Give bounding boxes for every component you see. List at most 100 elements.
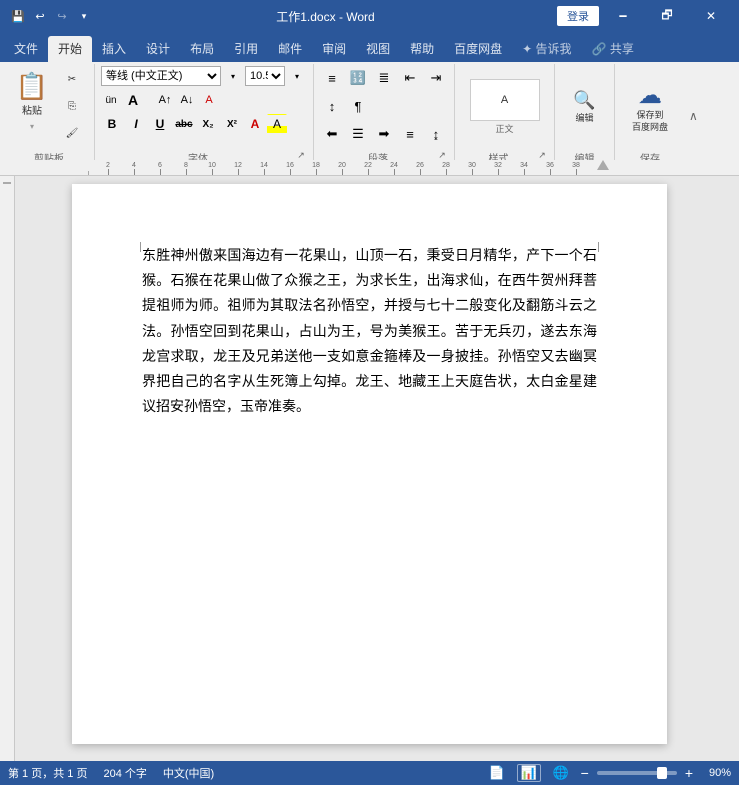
zoom-slider[interactable] [597, 771, 677, 775]
tab-tell-me[interactable]: ✦ 告诉我 [512, 36, 581, 62]
zoom-slider-thumb[interactable] [657, 767, 667, 779]
ruler-tick-6: 6 [147, 162, 173, 175]
ruler-tick-32: 32 [485, 162, 511, 175]
ruler-mark-24 [394, 169, 395, 175]
ruler-tick-36: 36 [537, 162, 563, 175]
zoom-plus[interactable]: + [685, 765, 693, 781]
font-size-select[interactable]: 10.5 [245, 66, 285, 86]
find-label: 编辑 [575, 111, 593, 124]
line-spacing-btn[interactable]: ↨ [424, 122, 448, 146]
ruler-mark-32 [498, 169, 499, 175]
read-mode-btn[interactable]: 📄 [485, 764, 509, 782]
big-a-btn[interactable]: A [123, 90, 143, 110]
font-dropdown-btn[interactable]: ▾ [223, 66, 243, 86]
para-marks-btn[interactable]: ¶ [346, 94, 370, 118]
tab-review[interactable]: 审阅 [312, 36, 356, 62]
copy-button[interactable]: ⎘ [56, 93, 88, 119]
indent-increase-btn[interactable]: ⇥ [424, 66, 448, 90]
tab-layout[interactable]: 布局 [180, 36, 224, 62]
login-button[interactable]: 登录 [557, 6, 599, 26]
highlight-btn[interactable]: A [267, 114, 287, 134]
bold-btn[interactable]: B [101, 114, 123, 134]
font-size-dropdown-btn[interactable]: ▾ [287, 66, 307, 86]
tab-view[interactable]: 视图 [356, 36, 400, 62]
ruler-tick-18: 18 [303, 162, 329, 175]
status-bar-left: 第 1 页，共 1 页 204 个字 中文(中国) [8, 765, 214, 781]
numbering-btn[interactable]: 🔢 [346, 66, 370, 90]
page[interactable]: 东胜神州傲来国海边有一花果山，山顶一石，秉受日月精华，产下一个石猴。石猴在花果山… [72, 184, 667, 744]
align-right-btn[interactable]: ➡ [372, 122, 396, 146]
paste-icon: 📋 [16, 71, 48, 102]
font-row2: ün A A↑ A↓ A [101, 90, 219, 110]
cut-button[interactable]: ✂ [56, 66, 88, 92]
tab-mailings[interactable]: 邮件 [268, 36, 312, 62]
clear-format-btn[interactable]: A [199, 90, 219, 110]
ruler-mark-38 [576, 169, 577, 175]
tab-baidu[interactable]: 百度网盘 [444, 36, 512, 62]
font-group: 等线 (中文正文) ▾ 10.5 ▾ ün A A↑ A↓ A B I U [95, 64, 314, 167]
restore-btn[interactable]: 🗗 [647, 0, 687, 32]
web-layout-btn[interactable]: 🌐 [549, 764, 573, 782]
font-shrink-btn[interactable]: A↓ [177, 90, 197, 110]
ruler-tick-38: 38 [563, 162, 589, 175]
align-center-btn[interactable]: ☰ [346, 122, 370, 146]
paste-dropdown[interactable]: ▾ [30, 122, 34, 131]
cloud-save-icon: ☁ [638, 81, 662, 110]
font-color-btn[interactable]: A [245, 114, 265, 134]
ruler-tick-2: 2 [95, 162, 121, 175]
ribbon-collapse-btn[interactable]: ∧ [685, 64, 702, 167]
para-row1: ≡ 🔢 ≣ ⇤ ⇥ [320, 66, 448, 90]
zoom-percent: 90% [701, 767, 731, 779]
paragraph-content: ≡ 🔢 ≣ ⇤ ⇥ ↕ ¶ ⬅ ☰ ➡ ≡ ↨ [320, 66, 448, 148]
document-area[interactable]: 东胜神州傲来国海边有一花果山，山顶一石，秉受日月精华，产下一个石猴。石猴在花果山… [0, 160, 739, 761]
multilevel-btn[interactable]: ≣ [372, 66, 396, 90]
edit-group: 🔍 编辑 编辑 [555, 64, 615, 167]
tab-insert[interactable]: 插入 [92, 36, 136, 62]
tab-help[interactable]: 帮助 [400, 36, 444, 62]
subscript-btn[interactable]: X₂ [197, 114, 219, 134]
page-content[interactable]: 东胜神州傲来国海边有一花果山，山顶一石，秉受日月精华，产下一个石猴。石猴在花果山… [142, 244, 597, 420]
sort-btn[interactable]: ↕ [320, 94, 344, 118]
clipboard-content: 📋 粘贴 ▾ ✂ ⎘ 🖌 [10, 66, 88, 148]
format-painter-button[interactable]: 🖌 [56, 120, 88, 146]
tab-home[interactable]: 开始 [48, 36, 92, 62]
italic-btn[interactable]: I [125, 114, 147, 134]
undo-btn[interactable]: ↩ [30, 6, 50, 26]
print-layout-btn[interactable]: 📊 [517, 764, 541, 782]
cloud-save-group: ☁ 保存到 百度网盘 保存 [615, 64, 685, 167]
ruler-mark-4 [134, 169, 135, 175]
align-left-btn[interactable]: ⬅ [320, 122, 344, 146]
styles-gallery[interactable]: A 正文 [470, 79, 540, 135]
font-enlarge-btn[interactable]: A↑ [155, 90, 175, 110]
style-name: 正文 [495, 122, 513, 135]
find-btn[interactable]: 🔍 编辑 [565, 79, 605, 135]
ruler-mark-30 [472, 169, 473, 175]
strikethrough-btn[interactable]: abc [173, 114, 195, 134]
paste-button[interactable]: 📋 粘贴 [10, 66, 54, 122]
save-quick-btn[interactable]: 💾 [8, 6, 28, 26]
close-btn[interactable]: ✕ [691, 0, 731, 32]
justify-btn[interactable]: ≡ [398, 122, 422, 146]
ruler-tick-4: 4 [121, 162, 147, 175]
left-vertical-ruler [0, 176, 15, 761]
para-row3: ⬅ ☰ ➡ ≡ ↨ [320, 122, 448, 146]
ruler-tick-30: 30 [459, 162, 485, 175]
indent-decrease-btn[interactable]: ⇤ [398, 66, 422, 90]
status-bar: 第 1 页，共 1 页 204 个字 中文(中国) 📄 📊 🌐 − + 90% [0, 761, 739, 785]
font-family-select[interactable]: 等线 (中文正文) [101, 66, 221, 86]
tab-share[interactable]: 🔗 共享 [582, 36, 644, 62]
edit-content: 🔍 编辑 [565, 66, 605, 148]
tab-file[interactable]: 文件 [4, 36, 48, 62]
customize-quick-btn[interactable]: ▾ [74, 6, 94, 26]
wen-btn[interactable]: ün [101, 90, 121, 110]
superscript-btn[interactable]: X² [221, 114, 243, 134]
underline-btn[interactable]: U [149, 114, 171, 134]
bullets-btn[interactable]: ≡ [320, 66, 344, 90]
redo-btn[interactable]: ↪ [52, 6, 72, 26]
zoom-minus[interactable]: − [581, 765, 589, 781]
minimize-btn[interactable]: 🗕 [603, 0, 643, 32]
cloud-save-button[interactable]: ☁ 保存到 百度网盘 [625, 79, 675, 135]
tab-design[interactable]: 设计 [136, 36, 180, 62]
tab-references[interactable]: 引用 [224, 36, 268, 62]
style-preview: A [470, 79, 540, 121]
